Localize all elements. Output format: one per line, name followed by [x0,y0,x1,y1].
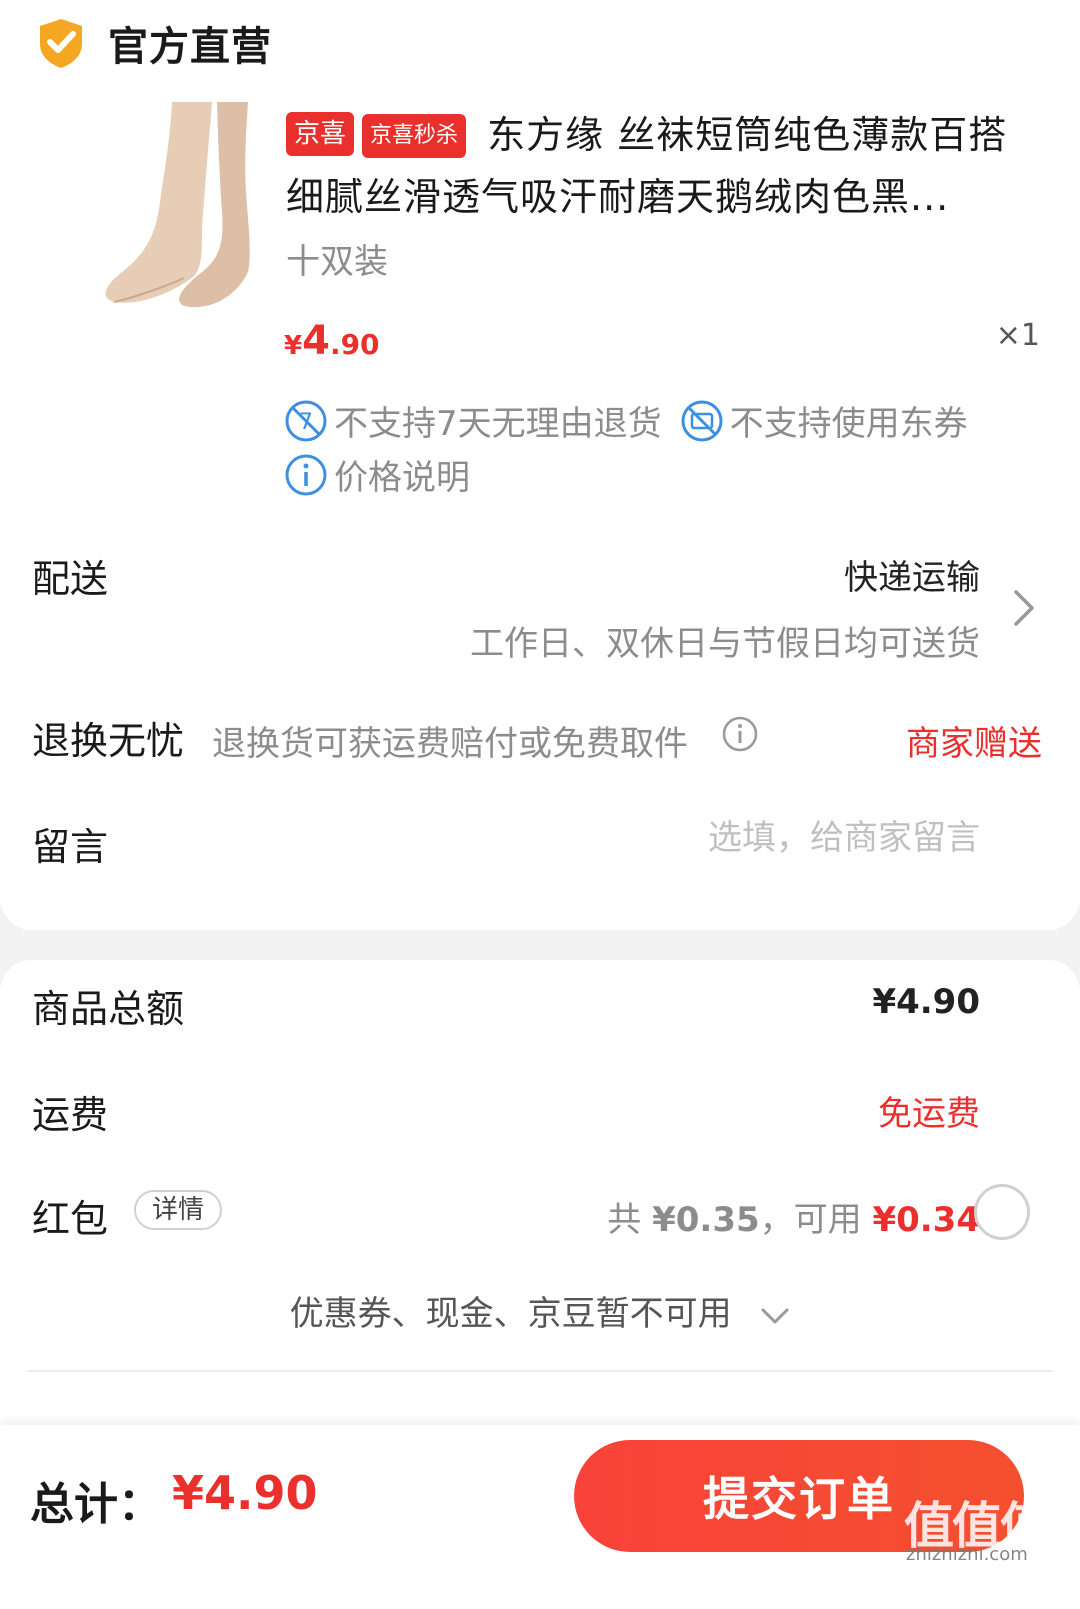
product-title[interactable]: 京喜 京喜秒杀 东方缘 丝袜短筒纯色薄款百搭细腻丝滑透气吸汗耐磨天鹅绒肉色黑... [286,104,1046,228]
no-coupon-text: 不支持使用东券 [729,404,968,444]
no-return-icon: 7 [285,400,327,441]
coupon-disabled-icon [681,400,723,441]
redpacket-label: 红包 [32,1197,109,1241]
message-input[interactable] [480,818,980,858]
redpacket-radio[interactable] [974,1184,1030,1240]
no-return-text: 不支持7天无理由退货 [334,404,662,444]
delivery-label: 配送 [32,557,109,601]
delivery-method[interactable]: 快递运输 [844,550,980,599]
product-price: ¥4.90 [284,318,380,364]
redpacket-available: ¥0.34 [872,1200,980,1240]
service-row-1: 7 不支持7天无理由退货 不支持使用东券 [284,396,968,445]
returns-label: 退换无忧 [32,719,185,763]
coupon-note[interactable]: 优惠券、现金、京豆暂不可用 [0,1286,1080,1335]
goods-total-label: 商品总额 [32,987,185,1031]
returns-desc: 退换货可获运费赔付或免费取件 [212,724,688,764]
product-image[interactable] [52,102,262,332]
message-label: 留言 [32,825,109,869]
redpacket-total: ¥0.35 [652,1200,760,1240]
product-spec: 十双装 [286,242,388,282]
returns-info-icon[interactable] [722,716,758,752]
tag-jingxi-seckill: 京喜秒杀 [362,114,467,158]
watermark-site: zhizhizhi.com [906,1544,1028,1565]
shop-header: 官方直营 [34,14,272,72]
service-row-2[interactable]: 价格说明 [284,450,470,499]
shipping-label: 运费 [32,1093,109,1137]
shield-check-icon [40,19,82,68]
returns-gift: 商家赠送 [906,724,1042,764]
product-quantity: ×1 [995,318,1040,353]
tag-jingxi: 京喜 [286,112,355,156]
divider [28,1370,1052,1372]
price-note-link[interactable]: 价格说明 [334,450,470,499]
goods-total-value: ¥4.90 [872,982,980,1022]
delivery-schedule: 工作日、双休日与节假日均可送货 [470,624,980,664]
chevron-down-icon [761,1308,789,1323]
shop-name[interactable]: 官方直营 [108,14,272,72]
total-value: ¥4.90 [172,1466,318,1520]
total-label: 总计： [30,1479,162,1530]
redpacket-detail-button[interactable]: 详情 [134,1190,223,1230]
shipping-value: 免运费 [878,1094,980,1134]
chevron-right-icon[interactable] [1012,588,1036,628]
product-info[interactable]: 京喜 京喜秒杀 东方缘 丝袜短筒纯色薄款百搭细腻丝滑透气吸汗耐磨天鹅绒肉色黑...… [286,104,1046,283]
redpacket-amounts: 共 ¥0.35，可用 ¥0.34 [607,1200,980,1240]
info-icon [285,454,327,495]
